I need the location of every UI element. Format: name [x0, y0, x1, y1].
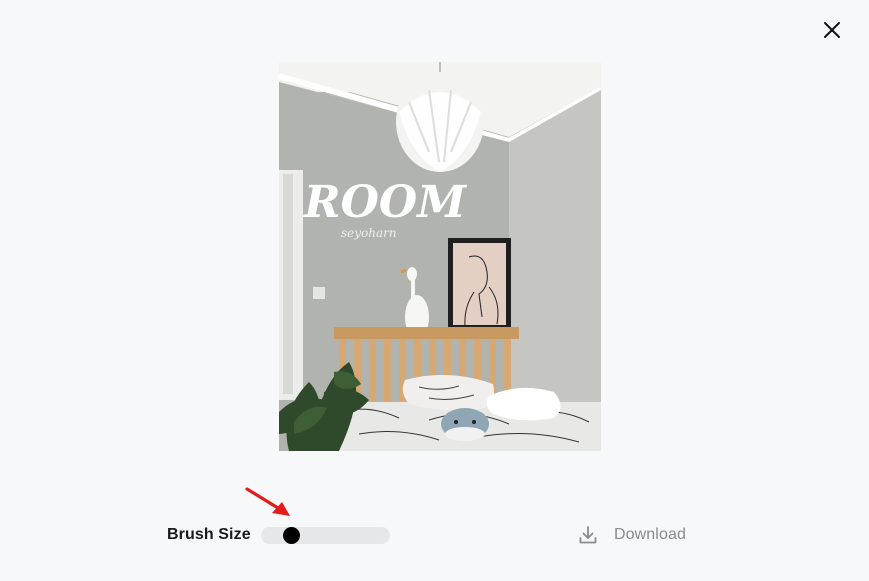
download-icon [576, 523, 600, 547]
brush-size-label: Brush Size [167, 526, 251, 543]
brush-size-slider-track[interactable] [261, 527, 390, 544]
brush-size-slider-thumb[interactable] [283, 527, 300, 544]
close-icon [824, 22, 840, 38]
photo-subtitle: seyoharn [341, 226, 397, 240]
photo-title: ROOM [302, 177, 467, 228]
room-photo[interactable]: ROOM seyoharn [279, 62, 601, 451]
download-button[interactable]: Download [576, 522, 686, 548]
close-button[interactable] [818, 16, 846, 44]
red-arrow-annotation [245, 487, 290, 516]
download-label: Download [614, 526, 686, 543]
